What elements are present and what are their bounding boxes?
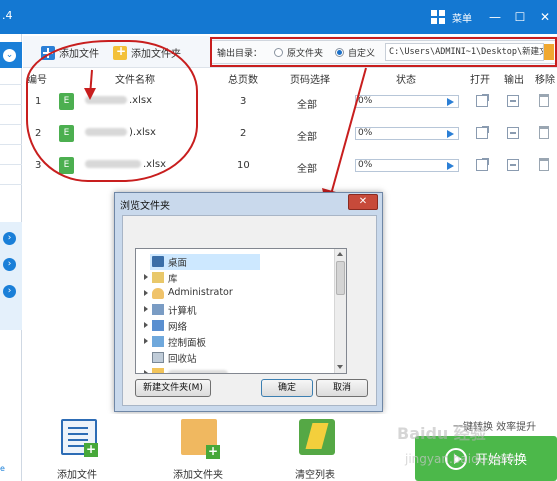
desktop-icon — [152, 256, 164, 267]
expand-arrow-icon[interactable] — [144, 290, 148, 296]
tree-item-recycle-bin[interactable]: 回收站 — [136, 350, 336, 366]
expand-arrow-icon[interactable] — [144, 306, 148, 312]
add-file-big-label[interactable]: 添加文件 — [57, 466, 97, 481]
computer-icon — [152, 304, 164, 315]
expand-arrow-icon[interactable] — [144, 370, 148, 373]
dialog-title: 浏览文件夹 — [120, 201, 170, 212]
library-icon — [152, 272, 164, 283]
expand-arrow-icon[interactable] — [144, 322, 148, 328]
scroll-thumb[interactable] — [336, 261, 345, 295]
tree-item-folder[interactable] — [136, 366, 336, 373]
expand-arrow-icon[interactable] — [144, 338, 148, 344]
add-file-big-icon[interactable] — [61, 419, 98, 457]
clear-list-label[interactable]: 清空列表 — [295, 466, 335, 481]
recycle-bin-icon — [152, 352, 164, 363]
control-panel-icon — [152, 336, 164, 347]
dialog-close-button[interactable]: ✕ — [348, 194, 378, 210]
watermark-url: jingyan.baidu.com — [405, 452, 516, 466]
tree-scrollbar[interactable] — [334, 249, 346, 373]
tree-item-library[interactable]: 库 — [136, 270, 336, 286]
tree-item-network[interactable]: 网络 — [136, 318, 336, 334]
watermark-logo: Baidu 经验 — [397, 424, 486, 443]
ok-button[interactable]: 确定 — [261, 379, 313, 397]
expand-arrow-icon[interactable] — [144, 274, 148, 280]
new-folder-button[interactable]: 新建文件夹(M) — [135, 379, 211, 397]
network-icon — [152, 320, 164, 331]
folder-icon — [152, 368, 164, 373]
tree-item-administrator[interactable]: Administrator — [136, 286, 336, 302]
add-folder-big-icon[interactable] — [181, 419, 220, 459]
folder-tree[interactable]: 桌面 库 Administrator 计算机 网络 控制面板 回收站 — [135, 248, 347, 374]
clear-list-icon[interactable] — [299, 419, 335, 455]
dialog-body: 桌面 库 Administrator 计算机 网络 控制面板 回收站 新建文件夹… — [122, 215, 377, 406]
add-folder-big-label[interactable]: 添加文件夹 — [173, 466, 223, 481]
cancel-button[interactable]: 取消 — [316, 379, 368, 397]
tree-item-control-panel[interactable]: 控制面板 — [136, 334, 336, 350]
tree-item-computer[interactable]: 计算机 — [136, 302, 336, 318]
user-icon — [152, 288, 164, 299]
scroll-down-icon[interactable] — [337, 365, 343, 369]
tree-item-desktop[interactable]: 桌面 — [150, 254, 260, 270]
browse-folder-dialog: 浏览文件夹 ✕ 桌面 库 Administrator 计算机 网络 控制面板 回… — [114, 192, 383, 412]
scroll-up-icon[interactable] — [337, 252, 343, 256]
